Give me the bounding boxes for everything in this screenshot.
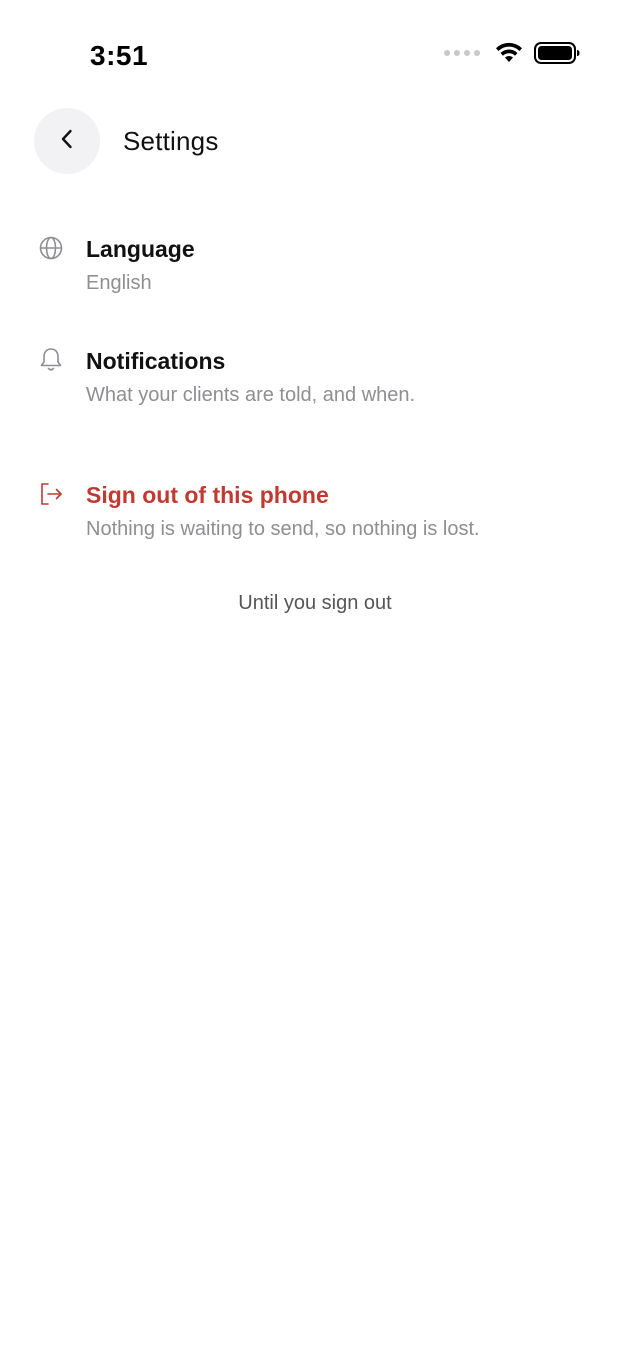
notifications-subtitle: What your clients are told, and when.: [86, 384, 416, 406]
footer-note: Until you sign out: [238, 592, 392, 614]
language-title: Language: [86, 236, 195, 262]
bell-icon: [38, 347, 64, 373]
chevron-left-icon: [59, 127, 75, 156]
header: Settings: [34, 108, 219, 174]
status-bar: 3:51: [0, 0, 630, 100]
back-button[interactable]: [34, 108, 100, 174]
status-time: 3:51: [90, 40, 149, 71]
page-title: Settings: [123, 125, 219, 156]
settings-item-sign-out[interactable]: Sign out of this phone Nothing is waitin…: [38, 481, 598, 541]
sign-out-icon: [38, 481, 64, 507]
settings-item-notifications[interactable]: Notifications What your clients are told…: [38, 347, 598, 407]
sign-out-title: Sign out of this phone: [86, 482, 329, 508]
cellular-signal-icon: [444, 50, 480, 56]
wifi-icon: [494, 42, 524, 64]
status-indicators: [444, 42, 580, 64]
language-value: English: [86, 272, 152, 294]
sign-out-subtitle: Nothing is waiting to send, so nothing i…: [86, 518, 480, 540]
settings-item-language[interactable]: Language English: [38, 235, 598, 295]
battery-icon: [534, 42, 580, 64]
notifications-title: Notifications: [86, 348, 226, 374]
globe-icon: [38, 235, 64, 261]
